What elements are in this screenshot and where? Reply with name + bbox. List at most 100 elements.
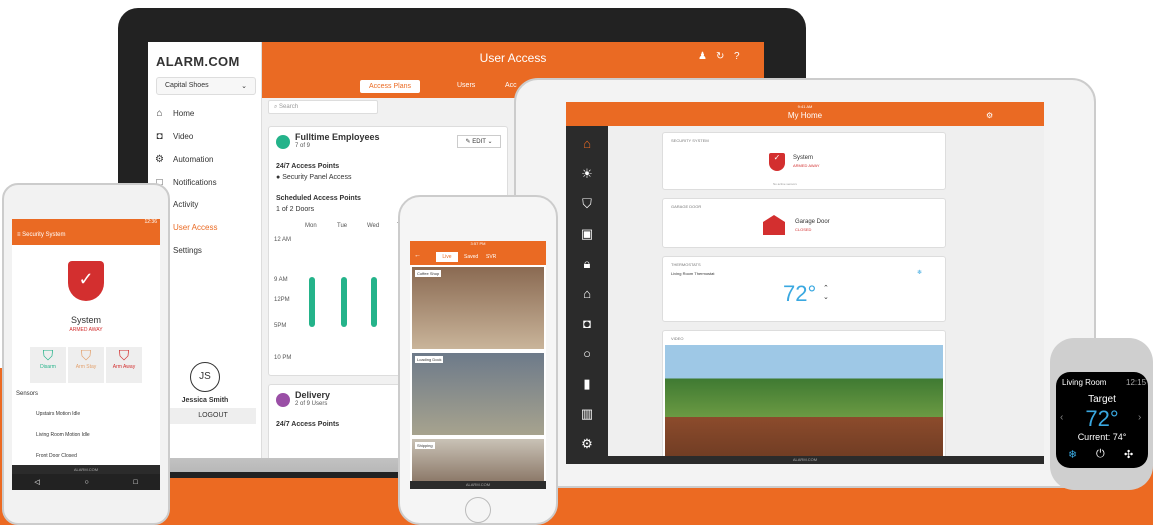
- tab-live[interactable]: Live: [436, 252, 458, 262]
- camera-feed[interactable]: Coffee Shop: [412, 267, 544, 349]
- garage-icon: [763, 215, 785, 235]
- current-temp: Current: 74°: [1077, 432, 1127, 442]
- iphone-header: ← Live Saved SVR: [410, 249, 546, 265]
- schedule-bar: [341, 277, 347, 327]
- page-title: User Access: [479, 51, 547, 65]
- temp-stepper[interactable]: ⌃ ⌄: [823, 284, 829, 302]
- camera-feed[interactable]: Loading Dock: [412, 353, 544, 435]
- tab-svr[interactable]: SVR: [486, 254, 496, 260]
- camera-icon[interactable]: ◘: [566, 316, 608, 331]
- thermostat-name: Living Room Thermostat: [671, 271, 715, 276]
- shield-icon[interactable]: ⛉: [566, 196, 608, 212]
- sensor-item: Upstairs Motion Idle: [36, 411, 81, 417]
- tab-access-plans[interactable]: Access Plans: [360, 80, 420, 93]
- power-icon[interactable]: ⏻: [1096, 448, 1105, 461]
- shield-icon: ✓: [769, 153, 785, 171]
- disarm-button[interactable]: ⛉ Disarm: [30, 347, 66, 383]
- time-label: 10 PM: [274, 355, 292, 361]
- home-icon[interactable]: ⌂: [566, 136, 608, 151]
- snowflake-icon[interactable]: ❄: [1068, 448, 1077, 461]
- garage-icon[interactable]: ⌂: [566, 286, 608, 301]
- security-card[interactable]: SECURITY SYSTEM ✓ System ARMED AWAY No a…: [662, 132, 946, 190]
- temperature-value: 72°: [783, 281, 817, 306]
- scene-icon[interactable]: ☀: [566, 166, 608, 182]
- tablet-screen: 9:41 AM My Home ⚙ ⌂ ☀ ⛉ ▣ 🔒︎ ⌂ ◘ ○ ▮ ▥ ⚙…: [566, 102, 1044, 464]
- status-label: System: [793, 155, 814, 161]
- thermostat-icon[interactable]: ▮: [566, 376, 608, 392]
- search-input[interactable]: ⌕ Search: [268, 100, 378, 114]
- watch-time: 12:15: [1126, 378, 1147, 387]
- account-select[interactable]: Capital Shoes ⌄: [156, 77, 256, 95]
- settings-icon[interactable]: ⚙: [986, 111, 993, 120]
- tablet-header: 9:41 AM My Home ⚙: [566, 102, 1044, 126]
- refresh-icon[interactable]: ↻: [716, 51, 724, 62]
- scheduled-label: Scheduled Access Points: [276, 195, 361, 202]
- light-icon[interactable]: ○: [566, 346, 608, 361]
- settings-icon[interactable]: ⚙: [566, 436, 608, 452]
- tab-saved[interactable]: Saved: [464, 254, 478, 260]
- status-time: 3:57 PM: [410, 241, 546, 249]
- android-header: ≡ Security System: [12, 227, 160, 245]
- shield-icon: ⛉: [118, 347, 130, 363]
- android-nav-bar: ◁ ○ □: [12, 474, 160, 490]
- tab-access[interactable]: Acc: [505, 82, 517, 89]
- sidebar-item-home[interactable]: ⌂ Home: [154, 108, 194, 119]
- status-time: 12:36: [12, 219, 160, 227]
- avatar[interactable]: JS: [190, 362, 220, 392]
- android-phone: 12:36 ≡ Security System ✓ System ARMED A…: [2, 183, 170, 525]
- time-label: 12 AM: [274, 237, 292, 243]
- chevron-down-icon: ⌄: [241, 83, 247, 90]
- time-label: 5PM: [274, 323, 287, 329]
- sidebar-item-video[interactable]: ◘ Video: [154, 131, 193, 142]
- plan-name: Fulltime Employees: [295, 132, 380, 142]
- camera-feed[interactable]: Shipping: [412, 439, 544, 481]
- tablet-sidebar: ⌂ ☀ ⛉ ▣ 🔒︎ ⌂ ◘ ○ ▮ ▥ ⚙: [566, 126, 608, 464]
- chart-icon[interactable]: ▥: [566, 406, 608, 422]
- page-title: My Home: [787, 111, 823, 120]
- temperature-value: 72°: [1085, 406, 1119, 431]
- arm-away-button[interactable]: ⛉ Arm Away: [106, 347, 142, 383]
- plan-icon: [276, 135, 290, 149]
- tablet-frame: 9:41 AM My Home ⚙ ⌂ ☀ ⛉ ▣ 🔒︎ ⌂ ◘ ○ ▮ ▥ ⚙…: [514, 78, 1096, 488]
- home-icon[interactable]: ○: [84, 479, 88, 486]
- snowflake-icon: ❄: [917, 270, 923, 276]
- time-label: 12PM: [274, 297, 290, 303]
- help-icon[interactable]: ?: [734, 51, 740, 62]
- status-label: System: [70, 315, 101, 325]
- schedule-bar: [309, 277, 315, 327]
- footer-logo: ALARM.COM: [12, 465, 160, 474]
- room-name: Living Room: [1062, 378, 1107, 387]
- iphone: 3:57 PM ← Live Saved SVR Coffee Shop Loa…: [398, 195, 558, 525]
- status-badge: ARMED AWAY: [69, 327, 103, 333]
- fan-icon[interactable]: ✣: [1124, 448, 1133, 461]
- garage-label: Garage Door: [795, 219, 830, 225]
- page-title: Security System: [22, 232, 66, 238]
- home-button[interactable]: [465, 497, 491, 523]
- tab-users[interactable]: Users: [457, 82, 475, 89]
- chevron-right-icon[interactable]: ›: [1138, 412, 1141, 423]
- recents-icon[interactable]: □: [133, 479, 137, 486]
- garage-card[interactable]: GARAGE DOOR Garage Door CLOSED: [662, 198, 946, 248]
- card-title: THERMOSTATS: [671, 262, 701, 267]
- home-icon: ⌂: [156, 108, 163, 119]
- alarm-logo: ALARM.COM: [156, 54, 240, 69]
- panel-access: ● Security Panel Access: [276, 174, 352, 181]
- sidebar-item-automation[interactable]: ⚙ Automation: [154, 154, 213, 165]
- video-card[interactable]: VIDEO: [662, 330, 946, 464]
- lock-icon[interactable]: 🔒︎: [566, 256, 608, 272]
- back-arrow-icon[interactable]: ←: [414, 252, 421, 259]
- iphone-screen: 3:57 PM ← Live Saved SVR Coffee Shop Loa…: [410, 241, 546, 489]
- top-header: User Access ♟ ↻ ?: [262, 42, 764, 78]
- edit-button[interactable]: ✎ EDIT ⌄: [457, 135, 501, 148]
- schedule-bar: [371, 277, 377, 327]
- camera-feed[interactable]: [665, 345, 943, 464]
- shield-icon: ✓: [68, 261, 104, 301]
- arm-stay-button[interactable]: ⛉ Arm Stay: [68, 347, 104, 383]
- back-icon[interactable]: ◁: [34, 478, 39, 486]
- user-icon[interactable]: ♟: [698, 51, 707, 62]
- thermostat-card[interactable]: THERMOSTATS Living Room Thermostat 72° ⌃…: [662, 256, 946, 322]
- image-icon[interactable]: ▣: [566, 226, 608, 242]
- logout-button[interactable]: LOGOUT: [170, 408, 256, 424]
- footer-logo: ALARM.COM: [410, 481, 546, 489]
- day-label: Wed: [367, 223, 380, 229]
